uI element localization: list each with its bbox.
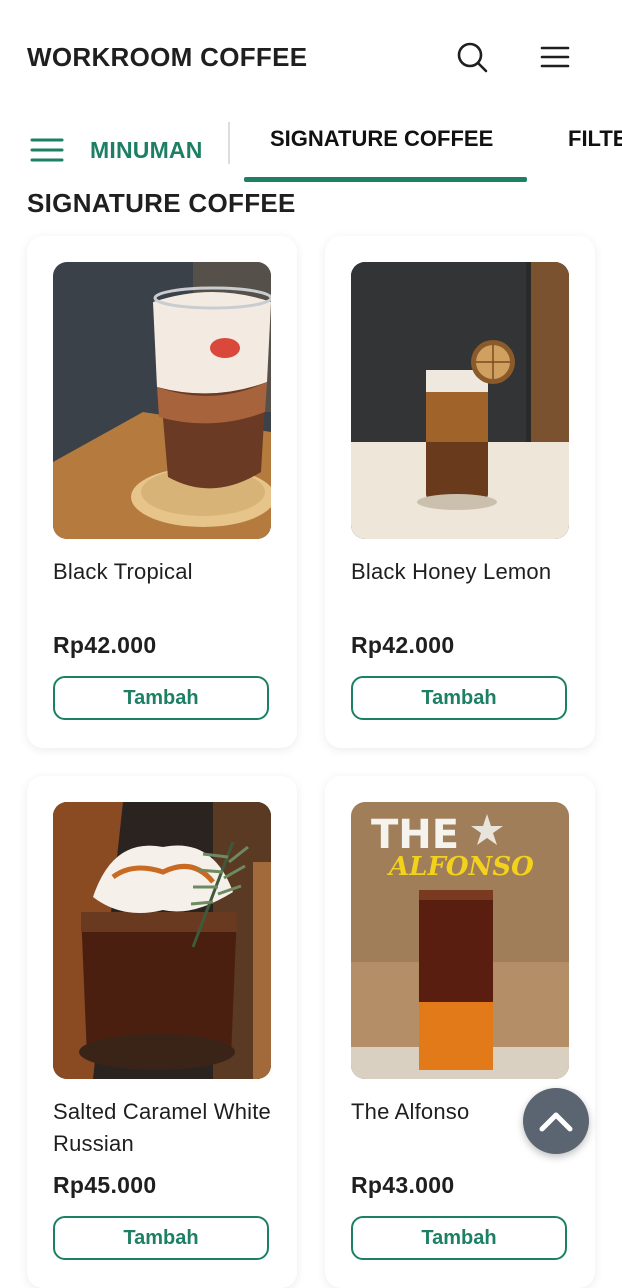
product-card[interactable]: THE ALFONSO The Alfonso Rp43.000 Tambah bbox=[325, 776, 595, 1288]
app-header: WORKROOM COFFEE bbox=[0, 0, 622, 110]
product-image bbox=[351, 262, 569, 539]
product-price: Rp42.000 bbox=[53, 632, 157, 658]
scroll-top-button[interactable] bbox=[523, 1088, 589, 1154]
product-image bbox=[53, 802, 271, 1079]
product-image bbox=[53, 262, 271, 539]
tab-divider bbox=[228, 122, 230, 164]
tab-signature-coffee[interactable]: SIGNATURE COFFEE bbox=[270, 126, 493, 152]
product-image: THE ALFONSO bbox=[351, 802, 569, 1079]
product-price: Rp42.000 bbox=[351, 632, 455, 658]
category-menu-button[interactable]: MINUMAN bbox=[30, 128, 203, 172]
product-price: Rp43.000 bbox=[351, 1172, 455, 1198]
add-button[interactable]: Tambah bbox=[53, 676, 269, 720]
brand-title: WORKROOM COFFEE bbox=[27, 42, 308, 72]
hamburger-menu-icon[interactable] bbox=[538, 40, 572, 74]
add-button[interactable]: Tambah bbox=[351, 676, 567, 720]
product-card[interactable]: Black Honey Lemon Rp42.000 Tambah bbox=[325, 236, 595, 748]
category-tabs: MINUMAN SIGNATURE COFFEE FILTER COFFEE bbox=[0, 110, 622, 185]
product-name: Black Tropical bbox=[53, 559, 193, 584]
product-card[interactable]: Salted Caramel White Russian Rp45.000 Ta… bbox=[27, 776, 297, 1288]
search-icon[interactable] bbox=[455, 40, 489, 74]
image-text-alfonso: ALFONSO bbox=[386, 852, 534, 882]
product-name: Black Honey Lemon bbox=[351, 559, 552, 584]
list-menu-icon bbox=[30, 138, 64, 162]
chevron-up-icon bbox=[539, 1112, 573, 1132]
product-card[interactable]: Black Tropical Rp42.000 Tambah bbox=[27, 236, 297, 748]
product-price: Rp45.000 bbox=[53, 1172, 157, 1198]
section-title: SIGNATURE COFFEE bbox=[27, 188, 296, 218]
add-button[interactable]: Tambah bbox=[351, 1216, 567, 1260]
product-name: Salted Caramel White Russian bbox=[53, 1099, 271, 1156]
add-button[interactable]: Tambah bbox=[53, 1216, 269, 1260]
category-label: MINUMAN bbox=[90, 136, 203, 163]
tab-filter-coffee[interactable]: FILTER COFFEE bbox=[568, 126, 622, 152]
active-tab-indicator bbox=[244, 177, 527, 182]
